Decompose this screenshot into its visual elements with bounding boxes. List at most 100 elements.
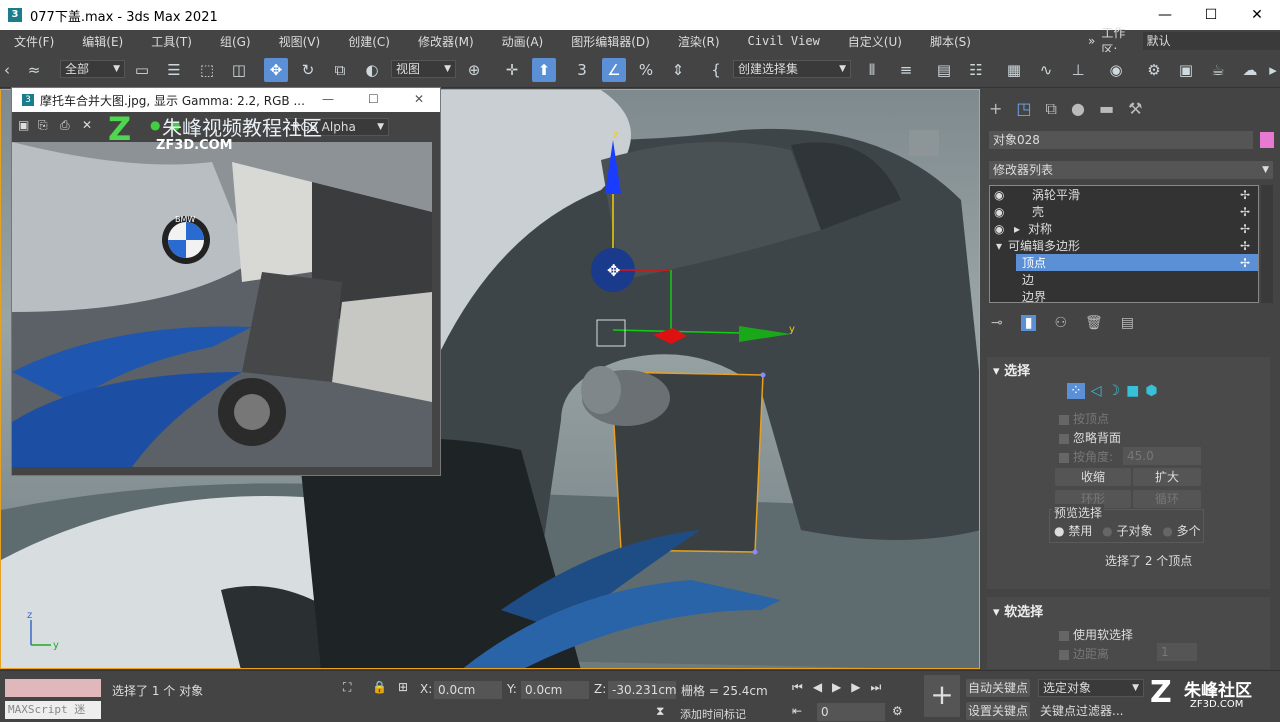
edge-mode-icon[interactable]: ◁	[1091, 383, 1102, 399]
motion-tab-icon[interactable]: ●	[1071, 99, 1085, 119]
menu-scripting[interactable]: 脚本(S)	[930, 33, 971, 50]
stack-item-shell[interactable]: ◉ 壳 ✢	[990, 203, 1258, 220]
copy-icon[interactable]: ⎘	[38, 118, 48, 133]
render-cloud-icon[interactable]: ☁	[1238, 58, 1262, 82]
channel-red-icon[interactable]: ●	[150, 118, 160, 132]
eye-icon[interactable]: ◉	[994, 205, 1010, 219]
undo-icon[interactable]: ‹	[2, 58, 12, 82]
workspace-select[interactable]: 默认	[1142, 32, 1280, 50]
viewcube-icon[interactable]	[909, 130, 939, 156]
preview-off-radio[interactable]: ●	[1054, 524, 1064, 538]
set-key-icon[interactable]: +	[924, 675, 960, 717]
vertex-mode-icon[interactable]: ⁘	[1067, 383, 1085, 399]
show-end-result-icon[interactable]: ▮	[1020, 315, 1037, 331]
stack-item-editable-poly[interactable]: ▾ 可编辑多边形 ✢	[990, 237, 1258, 254]
window-crossing-icon[interactable]: ◫	[227, 58, 251, 82]
object-color-swatch[interactable]	[1260, 132, 1274, 148]
select-rotate-icon[interactable]: ↻	[296, 58, 320, 82]
shrink-button[interactable]: 收缩	[1055, 468, 1131, 486]
border-mode-icon[interactable]: ☽	[1108, 383, 1121, 399]
menu-customize[interactable]: 自定义(U)	[848, 33, 902, 50]
z-coordinate-field[interactable]: -30.231cm	[608, 681, 677, 699]
maximize-button[interactable]: ☐	[368, 92, 379, 106]
polygon-mode-icon[interactable]: ■	[1126, 383, 1139, 399]
element-mode-icon[interactable]: ⬢	[1145, 383, 1157, 399]
select-by-name-icon[interactable]: ☰	[162, 58, 186, 82]
loop-button[interactable]: 循环	[1133, 490, 1201, 508]
menu-views[interactable]: 视图(V)	[279, 33, 321, 50]
stack-item-symmetry[interactable]: ◉ ▸ 对称 ✢	[990, 220, 1258, 237]
go-to-end-icon[interactable]: ⏭	[871, 680, 882, 695]
maxscript-listener[interactable]	[5, 679, 101, 697]
save-icon[interactable]: ▣	[18, 118, 29, 132]
y-coordinate-field[interactable]: 0.0cm	[521, 681, 589, 699]
toolbar-overflow-icon[interactable]: ▸	[1266, 58, 1280, 82]
auto-key-button[interactable]: 自动关键点	[966, 679, 1030, 697]
clear-icon[interactable]: ✕	[82, 118, 92, 132]
edge-distance-checkbox[interactable]	[1059, 649, 1069, 660]
selection-filter-select[interactable]: 全部 ▼	[60, 60, 125, 78]
snaps-toggle-icon[interactable]: 3	[570, 58, 594, 82]
manipulate-icon[interactable]: ✛	[500, 58, 524, 82]
object-name-field[interactable]: 对象028	[989, 131, 1253, 149]
close-button[interactable]: ✕	[1234, 0, 1280, 30]
link-icon[interactable]: ≈	[22, 58, 46, 82]
key-target-select[interactable]: 选定对象 ▼	[1038, 679, 1144, 697]
angle-snap-icon[interactable]: ∠	[602, 58, 626, 82]
angle-spinner[interactable]: 45.0	[1123, 447, 1201, 465]
next-frame-icon[interactable]: ▶	[851, 680, 860, 695]
expand-icon[interactable]: ▸	[1014, 222, 1020, 236]
remove-modifier-icon[interactable]: 🗑	[1085, 315, 1103, 331]
ribbon-icon[interactable]: ▦	[1002, 58, 1026, 82]
menu-create[interactable]: 创建(C)	[348, 33, 390, 50]
maxscript-input[interactable]: MAXScript 迷	[5, 701, 101, 719]
play-icon[interactable]: ▶	[832, 680, 841, 695]
key-filters-button[interactable]: 关键点过滤器...	[1040, 702, 1123, 719]
selection-rollout-title[interactable]: 选择	[1004, 364, 1030, 379]
preview-multi-radio[interactable]: ●	[1162, 524, 1172, 538]
scene-explorer-icon[interactable]: ▤	[932, 58, 956, 82]
keyboard-shortcut-icon[interactable]: ⬆	[532, 58, 556, 82]
pivot-center-icon[interactable]: ⊕	[462, 58, 486, 82]
stack-item-turbosmooth[interactable]: ◉ 涡轮平滑 ✢	[990, 186, 1258, 203]
menu-rendering[interactable]: 渲染(R)	[678, 33, 720, 50]
image-viewer-window[interactable]: 3 摩托车合并大图.jpg, 显示 Gamma: 2.2, RGB ... — …	[11, 87, 441, 476]
stack-scrollbar[interactable]	[1261, 185, 1273, 303]
by-angle-checkbox[interactable]	[1059, 452, 1069, 463]
stack-item-edge[interactable]: 边	[1016, 271, 1258, 288]
percent-snap-icon[interactable]: %	[634, 58, 658, 82]
by-vertex-checkbox[interactable]	[1059, 414, 1069, 425]
utilities-tab-icon[interactable]: ⚒	[1128, 99, 1142, 119]
previous-frame-icon[interactable]: ◀	[813, 680, 822, 695]
minimize-button[interactable]: —	[322, 92, 334, 106]
use-soft-selection-checkbox[interactable]	[1059, 630, 1069, 641]
menu-tools[interactable]: 工具(T)	[151, 33, 192, 50]
rect-selection-icon[interactable]: ⬚	[195, 58, 219, 82]
menu-graph-editors[interactable]: 图形编辑器(D)	[571, 33, 650, 50]
pin-stack-icon[interactable]: ⊸	[991, 315, 1003, 331]
menu-modifiers[interactable]: 修改器(M)	[418, 33, 474, 50]
menu-file[interactable]: 文件(F)	[14, 33, 54, 50]
material-editor-icon[interactable]: ◉	[1104, 58, 1128, 82]
x-coordinate-field[interactable]: 0.0cm	[434, 681, 502, 699]
render-setup-icon[interactable]: ⚙	[1142, 58, 1166, 82]
mirror-icon[interactable]: ⫴	[860, 58, 884, 82]
collapse-icon[interactable]: ▾	[993, 364, 1000, 379]
spinner-snap-icon[interactable]: ⇕	[666, 58, 690, 82]
ref-coord-select[interactable]: 视图 ▼	[391, 60, 456, 78]
close-button[interactable]: ✕	[414, 92, 424, 106]
modifier-list-select[interactable]: 修改器列表 ▼	[989, 161, 1273, 179]
menu-group[interactable]: 组(G)	[220, 33, 251, 50]
create-tab-icon[interactable]: +	[989, 99, 1002, 119]
grow-button[interactable]: 扩大	[1133, 468, 1201, 486]
ignore-backface-checkbox[interactable]	[1059, 433, 1069, 444]
select-object-icon[interactable]: ▭	[130, 58, 154, 82]
render-production-icon[interactable]: ☕	[1206, 58, 1230, 82]
print-icon[interactable]: ⎙	[60, 118, 70, 133]
menu-civil-view[interactable]: Civil View	[748, 34, 820, 48]
time-config-icon[interactable]: ⚙	[892, 704, 903, 718]
curve-editor-icon[interactable]: ∿	[1034, 58, 1058, 82]
named-selection-set-select[interactable]: 创建选择集 ▼	[733, 60, 851, 78]
isolate-icon[interactable]: ⛶	[343, 680, 351, 695]
key-mode-icon[interactable]: ⇤	[792, 704, 802, 718]
